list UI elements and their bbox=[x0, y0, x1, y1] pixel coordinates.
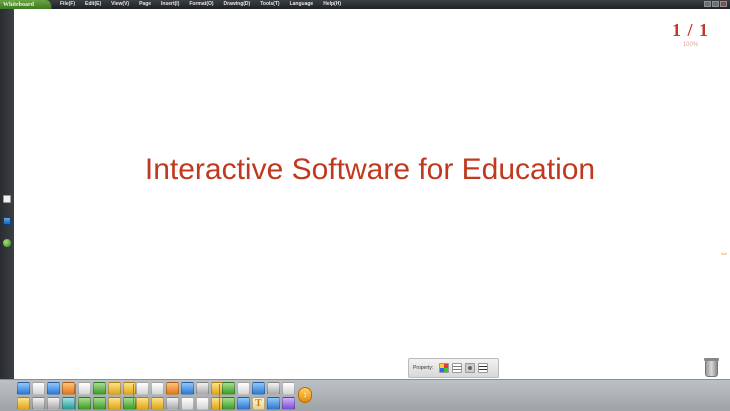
text-icon[interactable]: T bbox=[252, 397, 265, 410]
calendar-icon[interactable] bbox=[181, 397, 194, 410]
resource-library-icon[interactable] bbox=[3, 217, 11, 225]
window-controls bbox=[704, 1, 727, 7]
ruler-icon[interactable] bbox=[237, 397, 250, 410]
zoom-out-icon[interactable] bbox=[123, 382, 136, 395]
shapes-icon[interactable] bbox=[282, 397, 295, 410]
menu-language[interactable]: Language bbox=[290, 0, 314, 9]
menu-bar: Whiteboard File(F) Edit(E) View(V) Page … bbox=[0, 0, 730, 9]
clock-icon[interactable] bbox=[196, 397, 209, 410]
copy-icon[interactable] bbox=[32, 382, 45, 395]
camera-icon[interactable] bbox=[166, 397, 179, 410]
menu-tools[interactable]: Tools(T) bbox=[260, 0, 279, 9]
app-title-tab[interactable]: Whiteboard bbox=[0, 0, 52, 9]
line-style-icon[interactable] bbox=[452, 363, 463, 373]
menu-help[interactable]: Help(H) bbox=[323, 0, 341, 9]
pointer-icon[interactable] bbox=[62, 382, 75, 395]
fill-style-icon[interactable] bbox=[465, 363, 476, 373]
menu-format[interactable]: Format(O) bbox=[189, 0, 213, 9]
toolbar-group-pages bbox=[78, 382, 136, 410]
toolbar-separator bbox=[219, 384, 220, 410]
refresh-icon[interactable] bbox=[123, 397, 136, 410]
fullscreen-icon[interactable] bbox=[151, 382, 164, 395]
toolbar-group-drawing: T bbox=[222, 382, 295, 410]
save-icon[interactable] bbox=[17, 397, 30, 410]
next-page-icon[interactable] bbox=[93, 397, 106, 410]
collapse-toolbar-icon[interactable]: ↕ bbox=[298, 387, 312, 403]
hand-icon[interactable] bbox=[108, 397, 121, 410]
property-panel: Property: bbox=[408, 358, 499, 378]
toolbar-separator bbox=[75, 384, 76, 410]
text-align-icon[interactable] bbox=[478, 363, 489, 373]
menu-page[interactable]: Page bbox=[139, 0, 151, 9]
menu-insert[interactable]: Insert(I) bbox=[161, 0, 179, 9]
trash-icon[interactable] bbox=[704, 358, 719, 377]
menu-drawing[interactable]: Drawing(D) bbox=[224, 0, 251, 9]
menu-view[interactable]: View(V) bbox=[111, 0, 129, 9]
screen-icon[interactable] bbox=[62, 397, 75, 410]
paste-icon[interactable] bbox=[32, 397, 45, 410]
pen-icon[interactable] bbox=[222, 397, 235, 410]
globe-icon[interactable] bbox=[3, 239, 11, 247]
brush-icon[interactable] bbox=[166, 382, 179, 395]
menu-file[interactable]: File(F) bbox=[60, 0, 75, 9]
whiteboard-app: Whiteboard File(F) Edit(E) View(V) Page … bbox=[0, 0, 730, 411]
screen-capture-icon[interactable] bbox=[136, 382, 149, 395]
pages-icon[interactable] bbox=[93, 382, 106, 395]
image-icon[interactable] bbox=[252, 382, 265, 395]
window-icon[interactable] bbox=[237, 382, 250, 395]
toolbar-group-tools bbox=[136, 382, 224, 410]
user-icon[interactable] bbox=[267, 397, 280, 410]
menu-edit[interactable]: Edit(E) bbox=[85, 0, 101, 9]
sync-icon[interactable] bbox=[222, 382, 235, 395]
prev-page-icon[interactable] bbox=[78, 397, 91, 410]
toolbar-separator bbox=[133, 384, 134, 410]
toolbar-group-file bbox=[17, 382, 75, 410]
compass-icon[interactable] bbox=[267, 382, 280, 395]
page-thumbnail-icon[interactable] bbox=[3, 195, 11, 203]
notes-icon[interactable] bbox=[282, 382, 295, 395]
redo-icon[interactable] bbox=[47, 397, 60, 410]
canvas-text[interactable]: Interactive Software for Education bbox=[0, 153, 730, 187]
folder-icon[interactable] bbox=[151, 397, 164, 410]
menu-items: File(F) Edit(E) View(V) Page Insert(I) F… bbox=[60, 0, 351, 9]
bottom-toolbar: T ↕ bbox=[0, 379, 730, 411]
expand-panel-icon[interactable]: ⇔ bbox=[719, 249, 729, 259]
page-indicator: 1 / 1 100% bbox=[672, 20, 709, 48]
zoom-level: 100% bbox=[682, 42, 699, 48]
left-sidebar bbox=[0, 9, 14, 379]
search-icon[interactable] bbox=[136, 397, 149, 410]
minimize-button[interactable] bbox=[704, 1, 711, 7]
record-icon[interactable] bbox=[196, 382, 209, 395]
undo-icon[interactable] bbox=[47, 382, 60, 395]
new-page-icon[interactable] bbox=[78, 382, 91, 395]
property-label: Property: bbox=[413, 365, 434, 371]
maximize-button[interactable] bbox=[712, 1, 719, 7]
keyboard-icon[interactable] bbox=[181, 382, 194, 395]
open-icon[interactable] bbox=[17, 382, 30, 395]
page-number: 1 / 1 bbox=[671, 20, 709, 40]
close-button[interactable] bbox=[720, 1, 727, 7]
zoom-in-icon[interactable] bbox=[108, 382, 121, 395]
color-palette-icon[interactable] bbox=[439, 363, 450, 373]
